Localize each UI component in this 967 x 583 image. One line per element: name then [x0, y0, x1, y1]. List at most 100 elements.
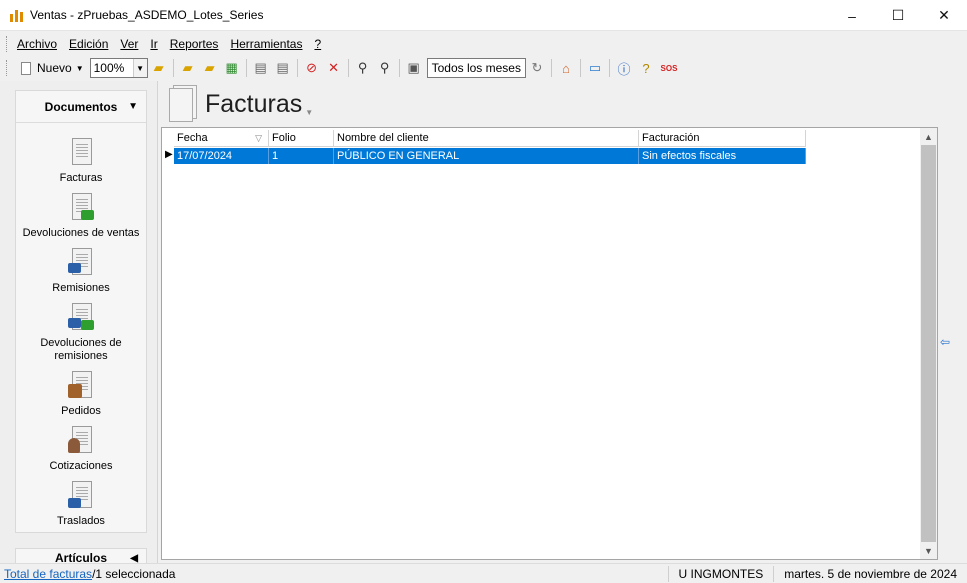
order-box-icon	[68, 371, 94, 401]
cell-fecha[interactable]: 17/07/2024	[174, 148, 269, 164]
content-header: Facturas ▼	[161, 81, 967, 127]
menu-reportes[interactable]: Reportes	[170, 37, 219, 51]
find-next-icon[interactable]: ⚲	[374, 57, 396, 79]
menu-bar: Archivo Edición Ver Ir Reportes Herramie…	[0, 32, 967, 56]
delivery-truck-icon	[68, 248, 94, 278]
zoom-select[interactable]: 100% ▼	[89, 58, 148, 78]
print-icon[interactable]: ▤	[250, 57, 272, 79]
column-header-fecha[interactable]: Fecha ▽	[174, 130, 269, 147]
question-icon[interactable]: ?	[635, 57, 657, 79]
menu-herramientas[interactable]: Herramientas	[230, 37, 302, 51]
minimize-button[interactable]: –	[829, 0, 875, 31]
user-status: U INGMONTES	[667, 566, 774, 582]
zoom-value: 100%	[93, 61, 125, 75]
page-title: Facturas	[205, 89, 303, 118]
sidebar-item-label: Facturas	[59, 172, 103, 184]
sidebar-item-label: Pedidos	[61, 405, 101, 417]
cancel-icon[interactable]: ⊘	[301, 57, 323, 79]
sidebar-item-remisiones[interactable]: Remisiones	[16, 248, 146, 295]
expand-arrow-icon[interactable]: ◀	[130, 553, 138, 564]
vertical-scrollbar[interactable]: ▲ ▼	[920, 128, 937, 559]
delete-icon[interactable]: ✕	[323, 57, 345, 79]
column-label: Folio	[272, 132, 296, 144]
menu-archivo[interactable]: Archivo	[17, 37, 57, 51]
sidebar-item-label: Cotizaciones	[49, 460, 113, 472]
sidebar-item-cotizaciones[interactable]: Cotizaciones	[16, 426, 146, 473]
print-preview-icon[interactable]: ▤	[272, 57, 294, 79]
title-dropdown-icon[interactable]: ▼	[305, 108, 313, 117]
toolbar-separator	[608, 59, 610, 77]
new-button[interactable]: Nuevo ▼	[17, 57, 88, 79]
folder-import-icon[interactable]: ▰	[177, 57, 199, 79]
app-icon	[10, 8, 24, 22]
window-icon[interactable]: ▭	[584, 57, 606, 79]
folder-open-icon[interactable]: ▰	[148, 57, 170, 79]
documents-section: Documentos ▼ Facturas Devoluciones de ve…	[15, 90, 147, 533]
zoom-dropdown-icon[interactable]: ▼	[132, 59, 147, 77]
column-header-facturacion[interactable]: Facturación	[639, 130, 806, 147]
find-icon[interactable]: ⚲	[352, 57, 374, 79]
menu-ir[interactable]: Ir	[150, 37, 157, 51]
cfdi-transfer-icon	[68, 481, 94, 511]
chevron-down-icon[interactable]: ▼	[76, 64, 84, 73]
status-bar: Total de facturas /1 seleccionada U INGM…	[0, 563, 967, 583]
documents-header[interactable]: Documentos ▼	[16, 91, 146, 123]
home-icon[interactable]: ⌂	[555, 57, 577, 79]
refresh-icon[interactable]: ↻	[526, 57, 548, 79]
column-header-cliente[interactable]: Nombre del cliente	[334, 130, 639, 147]
new-document-icon	[21, 61, 31, 75]
spreadsheet-icon[interactable]: ▦	[221, 57, 243, 79]
panel-pin-arrow-icon[interactable]: ⇦	[940, 335, 950, 349]
sidebar-item-pedidos[interactable]: Pedidos	[16, 371, 146, 418]
scroll-down-icon[interactable]: ▼	[920, 542, 937, 559]
sidebar-item-devoluciones-remisiones[interactable]: Devoluciones de remisiones	[16, 303, 146, 363]
current-row-indicator-icon: ▶	[165, 149, 173, 160]
new-label: Nuevo	[37, 61, 72, 75]
title-bar: Ventas - zPruebas_ASDEMO_Lotes_Series – …	[0, 0, 967, 31]
sidebar-item-traslados[interactable]: Traslados	[16, 481, 146, 528]
menu-help[interactable]: ?	[314, 37, 321, 51]
cell-cliente[interactable]: PÚBLICO EN GENERAL	[334, 148, 639, 164]
cell-folio[interactable]: 1	[269, 148, 334, 164]
grid-header: Fecha ▽ Folio Nombre del cliente Factura…	[174, 130, 806, 147]
toolbar-separator	[579, 59, 581, 77]
column-label: Nombre del cliente	[337, 132, 429, 144]
period-select[interactable]: Todos los meses	[426, 58, 526, 78]
documents-title: Documentos	[44, 99, 118, 114]
sales-return-icon	[68, 193, 94, 223]
toolbar-grip	[6, 60, 9, 76]
delivery-return-icon	[68, 303, 94, 333]
menu-edicion[interactable]: Edición	[69, 37, 108, 51]
quote-person-icon	[68, 426, 94, 456]
menu-grip	[6, 36, 9, 52]
toolbar-separator	[398, 59, 400, 77]
sidebar-item-facturas[interactable]: Facturas	[16, 138, 146, 185]
toolbar-separator	[296, 59, 298, 77]
menu-ver[interactable]: Ver	[120, 37, 138, 51]
zoom-icon[interactable]: ▣	[403, 57, 425, 79]
help-icon[interactable]: ⓘ	[613, 57, 635, 79]
scroll-thumb[interactable]	[921, 145, 936, 542]
period-value: Todos los meses	[431, 61, 521, 75]
column-label: Facturación	[642, 132, 700, 144]
sidebar-item-label: Devoluciones de remisiones	[40, 337, 122, 362]
close-button[interactable]: ✕	[921, 0, 967, 31]
sos-button[interactable]: SOS	[657, 57, 681, 79]
invoices-grid: Fecha ▽ Folio Nombre del cliente Factura…	[161, 127, 938, 560]
sidebar-item-label: Devoluciones de ventas	[22, 227, 140, 239]
column-header-folio[interactable]: Folio	[269, 130, 334, 147]
maximize-button[interactable]: ☐	[875, 0, 921, 31]
sidebar-item-label: Remisiones	[52, 282, 110, 294]
toolbar-separator	[245, 59, 247, 77]
sort-icon: ▽	[255, 133, 262, 143]
cell-facturacion[interactable]: Sin efectos fiscales	[639, 148, 806, 164]
toolbar: Nuevo ▼ 100% ▼ ▰ ▰ ▰ ▦ ▤ ▤ ⊘ ✕ ⚲ ⚲ ▣ Tod…	[0, 56, 967, 80]
toolbar-separator	[347, 59, 349, 77]
collapse-arrow-icon[interactable]: ▼	[128, 101, 138, 112]
total-invoices-link[interactable]: Total de facturas	[4, 567, 92, 581]
scroll-up-icon[interactable]: ▲	[920, 128, 937, 145]
sidebar-item-devoluciones-ventas[interactable]: Devoluciones de ventas	[16, 193, 146, 240]
folder-export-icon[interactable]: ▰	[199, 57, 221, 79]
table-row[interactable]: 17/07/2024 1 PÚBLICO EN GENERAL Sin efec…	[174, 148, 806, 164]
column-label: Fecha	[177, 132, 208, 144]
